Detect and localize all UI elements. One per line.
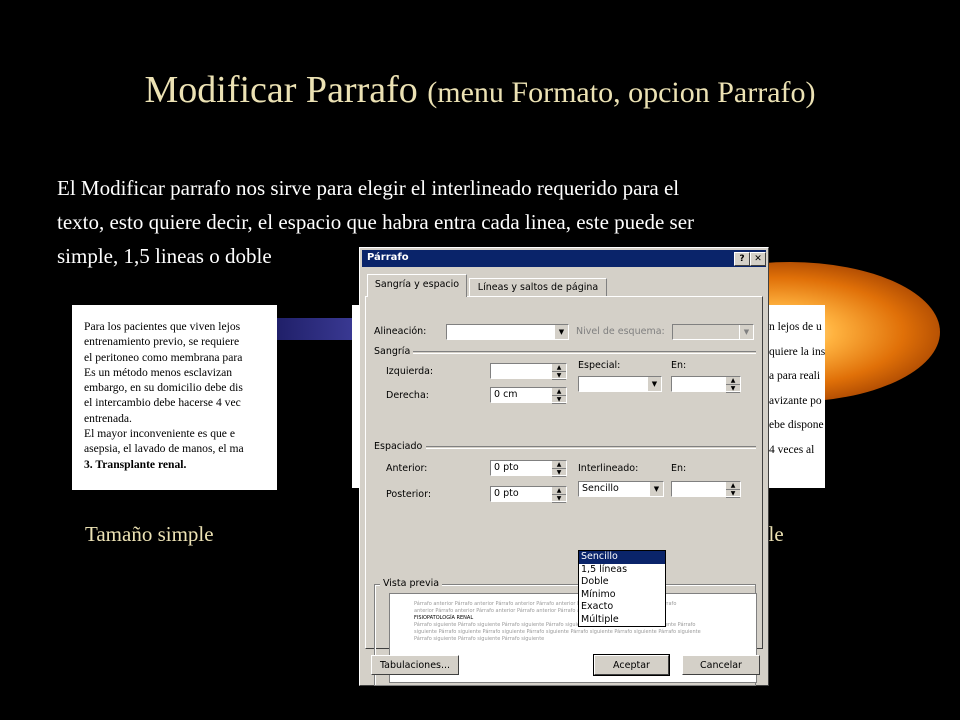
doc-line: 4 veces al (769, 443, 815, 456)
doc-line: el intercambio debe hacerse 4 vec (84, 396, 241, 410)
chevron-down-icon: ▼ (739, 325, 753, 339)
right-indent-spinner[interactable]: ▲ ▼ (552, 388, 566, 404)
by-label: En: (671, 360, 687, 371)
after-field[interactable]: 0 pto ▲ ▼ (490, 486, 567, 503)
spin-up-icon[interactable]: ▲ (552, 388, 566, 396)
doc-line: el peritoneo como membrana para (84, 350, 243, 364)
doc-line: quiere la ins (769, 345, 825, 358)
caption-simple-size: Tamaño simple (85, 522, 214, 546)
special-label: Especial: (578, 360, 621, 371)
at-field[interactable]: ▲ ▼ (671, 481, 741, 498)
before-spinner[interactable]: ▲ ▼ (552, 461, 566, 477)
outline-level-select: ▼ (672, 324, 754, 340)
body-text-line-1: El Modificar parrafo nos sirve para eleg… (57, 176, 680, 200)
after-spinner[interactable]: ▲ ▼ (552, 487, 566, 503)
option-multiple[interactable]: Múltiple (579, 614, 665, 627)
tab-lines-page-breaks[interactable]: Líneas y saltos de página (469, 278, 607, 297)
spin-down-icon[interactable]: ▼ (726, 385, 740, 393)
doc-line: entrenada. (84, 411, 132, 425)
single-spacing-document-sample: Para los pacientes que viven lejos entre… (72, 305, 277, 490)
indent-group-label: Sangría (374, 346, 414, 357)
by-field[interactable]: ▲ ▼ (671, 376, 741, 393)
option-single[interactable]: Sencillo (579, 551, 665, 564)
tab-panel: Alineación: ▼ Nivel de esquema: ▼ Sangrí… (365, 296, 763, 686)
right-indent-field[interactable]: 0 cm ▲ ▼ (490, 387, 567, 404)
spin-down-icon[interactable]: ▼ (552, 495, 566, 503)
indent-separator (406, 351, 756, 354)
left-indent-label: Izquierda: (386, 366, 434, 377)
body-text-line-2: texto, esto quiere decir, el espacio que… (57, 210, 695, 234)
close-button[interactable]: ✕ (750, 252, 766, 266)
special-select[interactable]: ▼ (578, 376, 662, 392)
chevron-down-icon[interactable]: ▼ (554, 325, 568, 339)
chevron-down-icon[interactable]: ▼ (649, 482, 663, 496)
doc-line: a para reali (769, 370, 821, 382)
right-indent-value: 0 cm (494, 389, 518, 400)
accept-button[interactable]: Aceptar (593, 654, 670, 676)
before-label: Anterior: (386, 463, 428, 474)
cancel-button[interactable]: Cancelar (682, 655, 760, 675)
slide-title: Modificar Parrafo (menu Formato, opcion … (0, 68, 960, 112)
alignment-label: Alineación: (374, 326, 427, 337)
option-one-half[interactable]: 1,5 líneas (579, 564, 665, 577)
line-spacing-select[interactable]: Sencillo ▼ (578, 481, 664, 497)
slide-title-main: Modificar Parrafo (144, 69, 418, 111)
spin-down-icon[interactable]: ▼ (552, 469, 566, 477)
preview-group-label: Vista previa (380, 578, 443, 589)
option-minimum[interactable]: Mínimo (579, 589, 665, 602)
line-spacing-dropdown-list: Sencillo 1,5 líneas Doble Mínimo Exacto … (578, 550, 666, 627)
chevron-down-icon[interactable]: ▼ (647, 377, 661, 391)
at-spinner[interactable]: ▲ ▼ (726, 482, 740, 498)
preview-line: siguiente Párrafo siguiente Párrafo sigu… (414, 629, 701, 635)
right-indent-label: Derecha: (386, 390, 429, 401)
outline-level-label: Nivel de esquema: (576, 326, 665, 337)
spin-up-icon[interactable]: ▲ (552, 364, 566, 372)
dialog-titlebar[interactable]: Párrafo ? ✕ (362, 250, 766, 267)
spin-up-icon[interactable]: ▲ (552, 487, 566, 495)
alignment-select[interactable]: ▼ (446, 324, 569, 340)
paragraph-dialog: Párrafo ? ✕ Sangría y espacio Líneas y s… (359, 247, 769, 686)
after-label: Posterior: (386, 489, 432, 500)
spin-down-icon[interactable]: ▼ (552, 372, 566, 380)
doc-line: El mayor inconveniente es que e (84, 427, 235, 441)
before-value: 0 pto (494, 462, 519, 473)
at-label: En: (671, 463, 687, 474)
spin-up-icon[interactable]: ▲ (726, 482, 740, 490)
spin-up-icon[interactable]: ▲ (726, 377, 740, 385)
left-indent-spinner[interactable]: ▲ ▼ (552, 364, 566, 380)
tab-indent-spacing[interactable]: Sangría y espacio (367, 274, 467, 297)
after-value: 0 pto (494, 488, 519, 499)
left-indent-field[interactable]: ▲ ▼ (490, 363, 567, 380)
doc-line: Es un método menos esclavizan (84, 365, 233, 379)
by-spinner[interactable]: ▲ ▼ (726, 377, 740, 393)
option-double[interactable]: Doble (579, 576, 665, 589)
spin-down-icon[interactable]: ▼ (726, 490, 740, 498)
doc-line: avizante po (769, 394, 822, 407)
spin-down-icon[interactable]: ▼ (552, 396, 566, 404)
tabs-button[interactable]: Tabulaciones... (371, 655, 459, 675)
doc-line: ebe dispone (769, 419, 824, 431)
slide-title-sub: (menu Formato, opcion Parrafo) (427, 76, 816, 109)
dialog-title: Párrafo (367, 252, 409, 263)
preview-line: Párrafo siguiente Párrafo siguiente Párr… (414, 636, 545, 642)
doc-line: embargo, en su domicilio debe dis (84, 381, 243, 395)
help-button[interactable]: ? (734, 252, 750, 266)
spin-up-icon[interactable]: ▲ (552, 461, 566, 469)
option-exact[interactable]: Exacto (579, 601, 665, 614)
doc-line: Para los pacientes que viven lejos (84, 320, 241, 333)
doc-line: n lejos de u (769, 321, 822, 333)
line-spacing-value: Sencillo (582, 483, 619, 494)
line-spacing-label: Interlineado: (578, 463, 639, 474)
spacing-separator (426, 446, 756, 449)
doc-line: 3. Transplante renal. (84, 457, 187, 471)
double-spacing-document-sample: n lejos de u quiere la ins a para reali … (765, 305, 825, 488)
doc-line: asepsia, el lavado de manos, el ma (84, 442, 244, 456)
body-text-line-3: simple, 1,5 lineas o doble (57, 244, 272, 268)
spacing-group-label: Espaciado (374, 441, 426, 452)
before-field[interactable]: 0 pto ▲ ▼ (490, 460, 567, 477)
doc-line: entrenamiento previo, se requiere (84, 335, 240, 349)
